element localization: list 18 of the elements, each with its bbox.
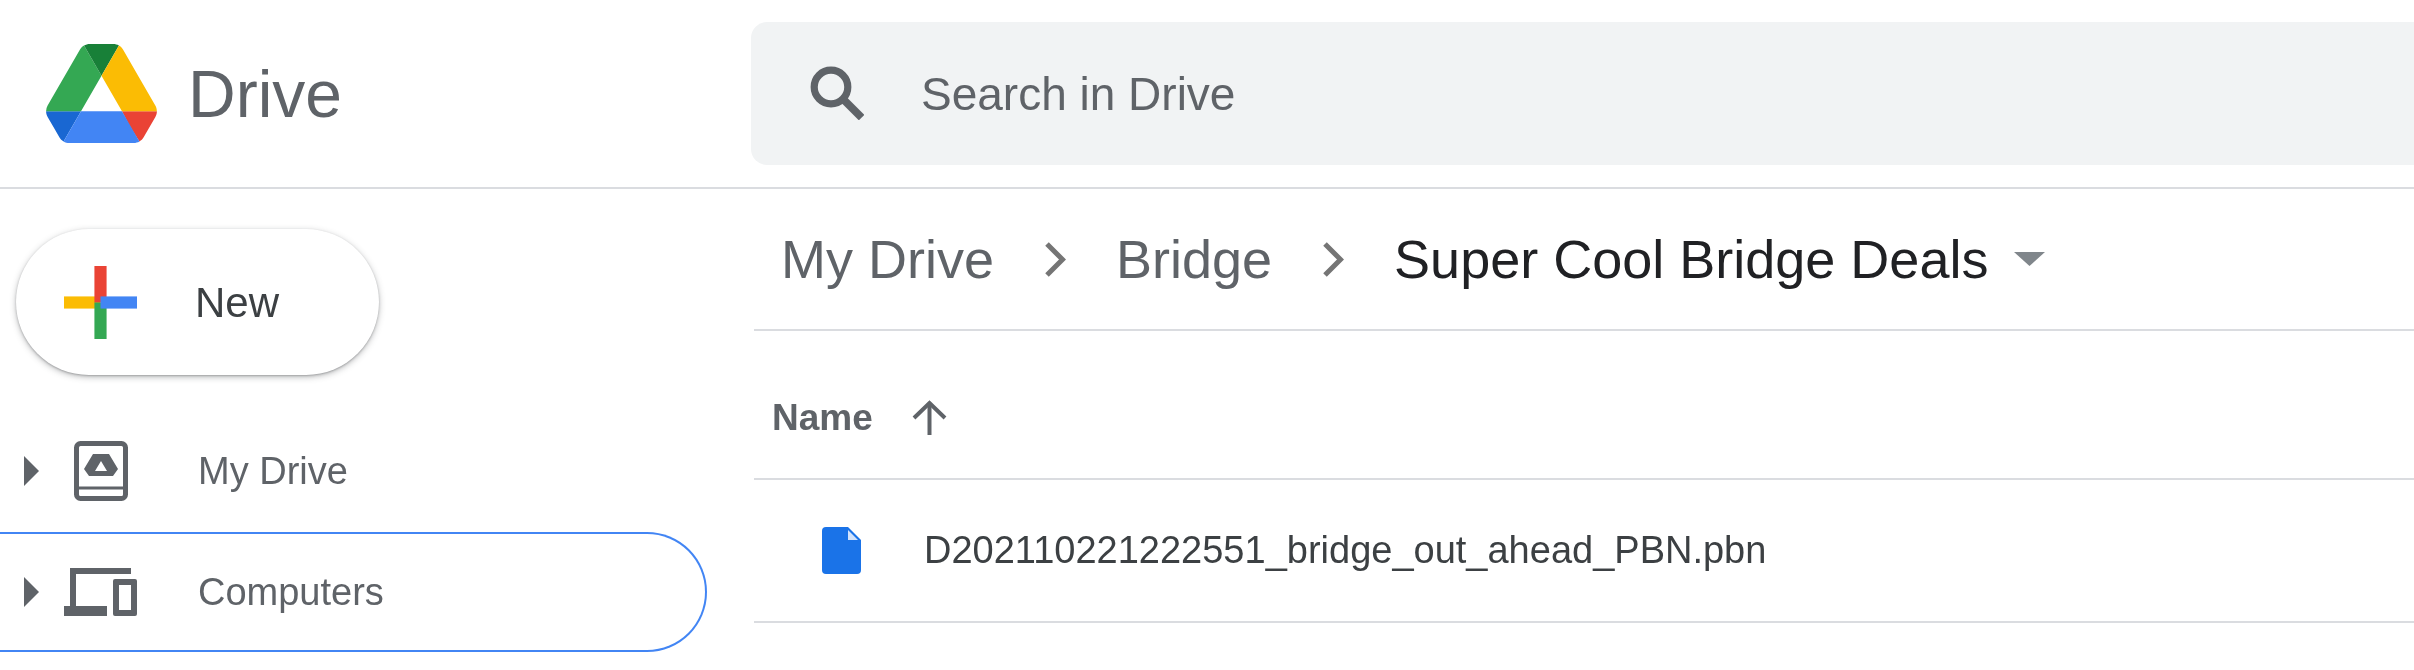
caret-down-icon	[2014, 252, 2046, 266]
search-icon[interactable]	[810, 66, 864, 120]
file-icon	[822, 527, 861, 574]
chevron-right-icon	[1044, 240, 1066, 278]
app-name: Drive	[188, 60, 342, 127]
new-button[interactable]: New	[16, 229, 379, 375]
laptop-phone-icon	[64, 568, 137, 616]
caret-icon[interactable]	[24, 456, 39, 486]
chevron-right-icon	[1322, 240, 1345, 278]
search-field[interactable]: Search in Drive	[751, 22, 2414, 165]
name-column-header[interactable]: Name	[772, 389, 948, 446]
triangle-logo-icon	[46, 44, 157, 143]
caret-icon[interactable]	[24, 577, 39, 607]
drive-box-icon	[73, 441, 128, 501]
sidebar-item[interactable]: Computers	[0, 532, 707, 652]
file-row[interactable]: D202110221222551_bridge_out_ahead_PBN.pbn	[754, 480, 2414, 623]
plus-icon	[64, 265, 137, 339]
sidebar-item[interactable]: My Drive	[0, 411, 707, 531]
